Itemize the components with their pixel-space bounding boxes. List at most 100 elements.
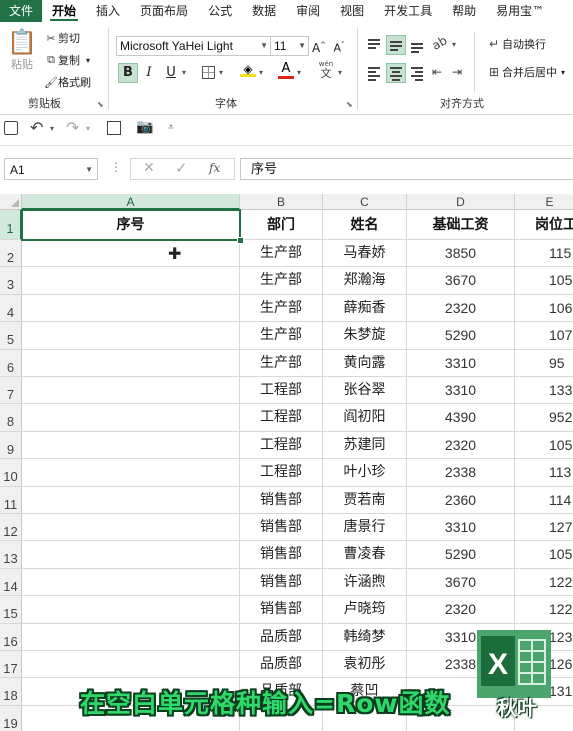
column-header-D[interactable]: D xyxy=(407,194,515,210)
paste-button[interactable]: 📋 粘贴 xyxy=(6,28,38,72)
row-header-6[interactable]: 6 xyxy=(0,349,22,377)
row-header-9[interactable]: 9 xyxy=(0,431,22,460)
cell-D6[interactable]: 3310 xyxy=(407,349,515,377)
cell-B13[interactable]: 销售部 xyxy=(240,541,323,569)
cell-B6[interactable]: 生产部 xyxy=(240,349,323,377)
cell-C8[interactable]: 阎初阳 xyxy=(323,404,407,432)
cell-C9[interactable]: 苏建同 xyxy=(323,431,407,460)
cell-C12[interactable]: 唐景行 xyxy=(323,514,407,542)
redo-icon[interactable]: ↷ xyxy=(66,118,79,137)
cell-C2[interactable]: 马春娇 xyxy=(323,240,407,268)
cell-C7[interactable]: 张谷翠 xyxy=(323,377,407,405)
cell-E11[interactable]: 114 xyxy=(515,487,573,514)
cell-B10[interactable]: 工程部 xyxy=(240,459,323,487)
cell-E15[interactable]: 122 xyxy=(515,596,573,624)
cell-A15[interactable] xyxy=(22,596,240,624)
cell-E10[interactable]: 113 xyxy=(515,459,573,487)
name-box[interactable]: A1 ▼ xyxy=(4,158,98,180)
italic-button[interactable]: I xyxy=(140,64,158,82)
row-header-11[interactable]: 11 xyxy=(0,486,22,514)
column-header-B[interactable]: B xyxy=(240,194,323,210)
enter-icon[interactable]: ✓ xyxy=(175,159,188,177)
cell-B7[interactable]: 工程部 xyxy=(240,377,323,405)
chevron-down-icon[interactable]: ▾ xyxy=(338,68,342,77)
align-middle-button[interactable] xyxy=(386,35,406,55)
cell-D11[interactable]: 2360 xyxy=(407,486,515,514)
cell-C13[interactable]: 曹凌春 xyxy=(323,541,407,569)
increase-indent-icon[interactable]: ⇥ xyxy=(452,65,462,79)
cell-A1[interactable]: 序号 xyxy=(22,210,240,240)
chevron-down-icon[interactable]: ▾ xyxy=(259,68,263,77)
cell-A2[interactable] xyxy=(22,240,240,268)
row-header-4[interactable]: 4 xyxy=(0,294,22,323)
tab-0[interactable]: 文件 xyxy=(0,0,43,22)
cell-A17[interactable] xyxy=(22,651,240,679)
formula-input[interactable]: 序号 xyxy=(240,158,573,180)
cell-A16[interactable] xyxy=(22,623,240,651)
cell-D15[interactable]: 2320 xyxy=(407,596,515,624)
cell-E5[interactable]: 107 xyxy=(515,322,573,350)
save-icon[interactable] xyxy=(4,121,18,135)
cell-D7[interactable]: 3310 xyxy=(407,377,515,405)
cell-C16[interactable]: 韩绮梦 xyxy=(323,623,407,651)
cell-A6[interactable] xyxy=(22,349,240,377)
cell-E13[interactable]: 105 xyxy=(515,541,573,569)
shrink-font-button[interactable]: A˅ xyxy=(330,36,348,55)
cell-C15[interactable]: 卢晓筠 xyxy=(323,596,407,624)
row-header-5[interactable]: 5 xyxy=(0,322,22,350)
cell-C1[interactable]: 姓名 xyxy=(323,210,407,240)
column-header-C[interactable]: C xyxy=(323,194,407,210)
cell-D9[interactable]: 2320 xyxy=(407,431,515,460)
dialog-launcher-icon[interactable]: ⬊ xyxy=(346,100,353,109)
undo-icon[interactable]: ↶ xyxy=(30,118,43,137)
font-color-icon[interactable]: A xyxy=(278,62,294,80)
cell-D8[interactable]: 4390 xyxy=(407,404,515,432)
fill-handle[interactable] xyxy=(237,237,244,244)
cell-B2[interactable]: 生产部 xyxy=(240,240,323,268)
cell-B4[interactable]: 生产部 xyxy=(240,294,323,323)
cell-A12[interactable] xyxy=(22,514,240,542)
cell-B8[interactable]: 工程部 xyxy=(240,404,323,432)
row-header-18[interactable]: 18 xyxy=(0,678,22,706)
tab-1[interactable]: 开始 xyxy=(42,0,86,22)
cell-E4[interactable]: 106 xyxy=(515,295,573,323)
customize-qat-icon[interactable]: ⩡ xyxy=(168,122,174,133)
chevron-down-icon[interactable]: ▾ xyxy=(50,124,54,133)
cell-D1[interactable]: 基础工资 xyxy=(407,210,515,240)
orientation-icon[interactable]: ab xyxy=(430,33,450,53)
cell-B3[interactable]: 生产部 xyxy=(240,267,323,295)
cell-C14[interactable]: 许涵煦 xyxy=(323,568,407,597)
cell-D4[interactable]: 2320 xyxy=(407,294,515,323)
cell-C17[interactable]: 袁初彤 xyxy=(323,651,407,679)
cell-D14[interactable]: 3670 xyxy=(407,568,515,597)
cell-B16[interactable]: 品质部 xyxy=(240,623,323,651)
cell-A10[interactable] xyxy=(22,459,240,487)
cell-B12[interactable]: 销售部 xyxy=(240,514,323,542)
chevron-down-icon[interactable]: ▾ xyxy=(297,68,301,77)
tab-4[interactable]: 公式 xyxy=(198,0,242,22)
wrap-text-button[interactable]: ↵ 自动换行 xyxy=(486,36,546,52)
select-all-corner[interactable] xyxy=(0,194,22,210)
cell-C11[interactable]: 贾若南 xyxy=(323,486,407,514)
tab-3[interactable]: 页面布局 xyxy=(130,0,198,22)
cell-E1[interactable]: 岗位工 xyxy=(515,210,573,240)
row-header-16[interactable]: 16 xyxy=(0,623,22,651)
align-right-button[interactable] xyxy=(408,64,426,82)
row-header-3[interactable]: 3 xyxy=(0,267,22,295)
format-painter-button[interactable]: 🖌 格式刷 xyxy=(44,74,91,90)
cell-E9[interactable]: 105 xyxy=(515,432,573,460)
tab-6[interactable]: 审阅 xyxy=(286,0,330,22)
cell-A5[interactable] xyxy=(22,322,240,350)
chevron-down-icon[interactable]: ▾ xyxy=(452,40,456,49)
align-top-button[interactable] xyxy=(365,36,383,54)
decrease-indent-icon[interactable]: ⇤ xyxy=(432,65,442,79)
fill-color-icon[interactable]: ◈ xyxy=(240,62,256,80)
merge-center-button[interactable]: ⊞ 合并后居中 ▾ xyxy=(486,64,565,80)
tab-9[interactable]: 帮助 xyxy=(442,0,486,22)
camera-icon[interactable]: 📷 xyxy=(136,119,153,135)
tab-2[interactable]: 插入 xyxy=(86,0,130,22)
row-header-13[interactable]: 13 xyxy=(0,541,22,569)
cell-B17[interactable]: 品质部 xyxy=(240,651,323,679)
underline-button[interactable]: U xyxy=(162,64,180,82)
copy-button[interactable]: ⧉ 复制 ▾ xyxy=(44,52,90,68)
